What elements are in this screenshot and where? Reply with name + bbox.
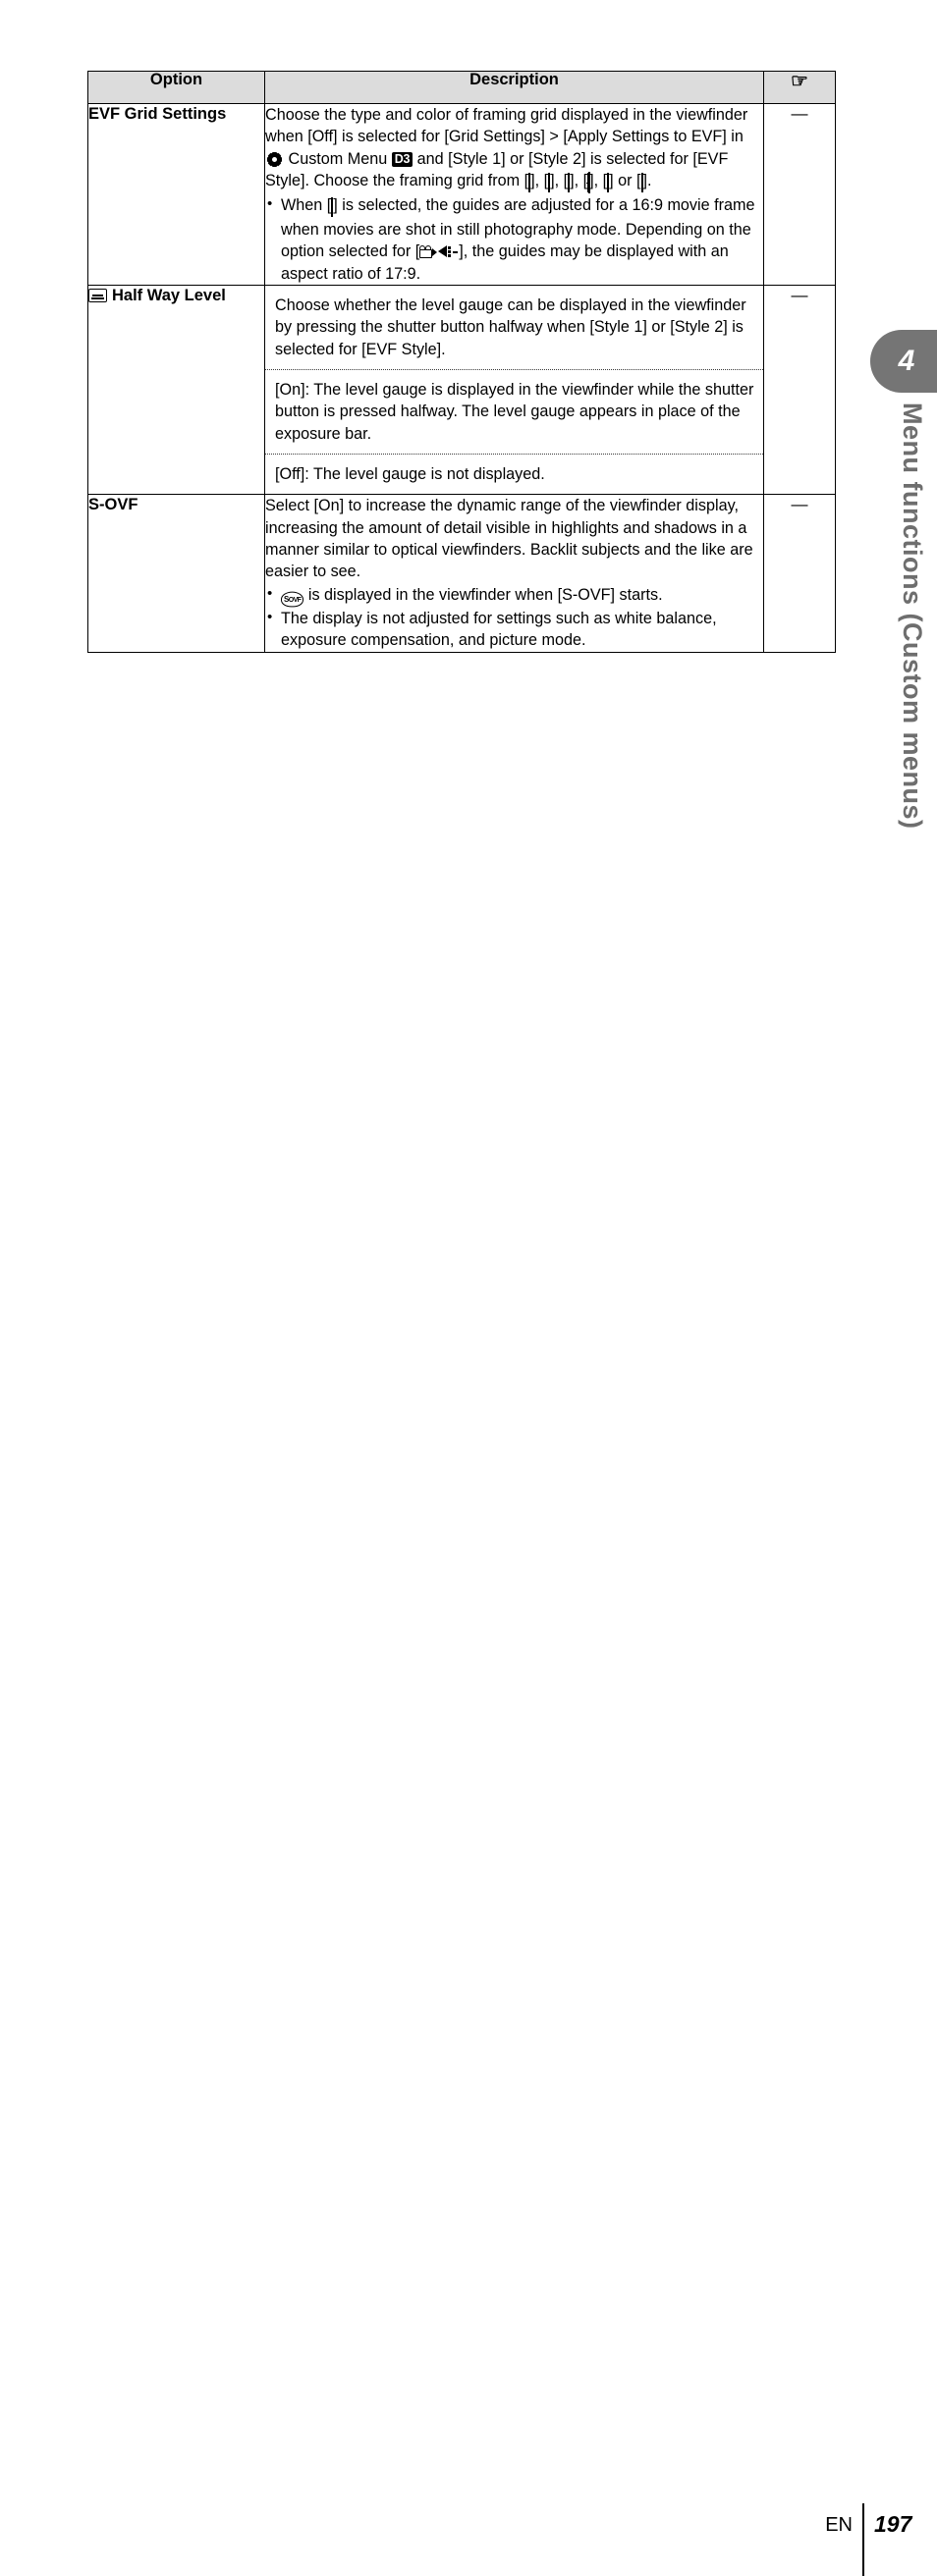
option-label-s-ovf: S-OVF xyxy=(87,494,265,653)
description-evf-grid-settings: Choose the type and color of framing gri… xyxy=(264,103,764,286)
table-body: EVF Grid Settings Choose the type and co… xyxy=(87,103,836,653)
grid-diagonal-icon xyxy=(607,173,610,193)
grid-dense-icon xyxy=(528,173,531,193)
list-item: When [] is selected, the guides are adju… xyxy=(265,194,763,284)
custom-menu-d3-badge: D3 xyxy=(391,151,413,168)
grid-3x3-icon xyxy=(548,173,551,193)
paragraph-on-option: [On]: The level gauge is displayed in th… xyxy=(275,380,754,443)
language-code: EN xyxy=(825,2514,853,2536)
spec-table: Option Description ☞ EVF Grid Settings C… xyxy=(87,71,836,653)
column-header-description: Description xyxy=(264,71,764,104)
s-ovf-badge-icon: SOVF xyxy=(281,591,304,608)
reference-s-ovf: — xyxy=(763,494,836,653)
footer-divider xyxy=(862,2503,864,2576)
grid-16x9-frame-icon xyxy=(640,173,643,193)
option-label-text: Half Way Level xyxy=(112,286,226,304)
paragraph-off-option: [Off]: The level gauge is not displayed. xyxy=(275,465,545,484)
table-header-row: Option Description ☞ xyxy=(87,71,836,104)
option-label-half-way-level: Half Way Level xyxy=(87,284,265,496)
table-row: Half Way Level Choose whether the level … xyxy=(87,284,836,496)
list-item: SOVF is displayed in the viewfinder when… xyxy=(265,584,763,608)
paragraph: Select [On] to increase the dynamic rang… xyxy=(265,497,753,581)
grid-16x9-frame-icon xyxy=(331,197,334,218)
level-gauge-icon xyxy=(88,288,107,302)
table-row: EVF Grid Settings Choose the type and co… xyxy=(87,103,836,286)
reference-half-way-level: — xyxy=(763,284,836,496)
chapter-number: 4 xyxy=(898,345,915,377)
paragraph: Choose the type and color of framing gri… xyxy=(265,104,763,194)
paragraph: Choose whether the level gauge can be di… xyxy=(275,295,746,358)
column-header-reference: ☞ xyxy=(763,71,836,104)
table-row: S-OVF Select [On] to increase the dynami… xyxy=(87,494,836,653)
column-header-option: Option xyxy=(87,71,265,104)
bullet-list: When [] is selected, the guides are adju… xyxy=(265,194,763,284)
chapter-title: Menu functions (Custom menus) xyxy=(898,402,927,830)
page-footer: EN 197 xyxy=(0,1244,937,2576)
chapter-tab: 4 xyxy=(870,330,937,393)
spec-table-container: Option Description ☞ EVF Grid Settings C… xyxy=(87,71,836,653)
table-header: Option Description ☞ xyxy=(87,71,836,104)
reference-evf-grid-settings: — xyxy=(763,103,836,286)
pointing-hand-icon: ☞ xyxy=(791,71,808,92)
bullet-list: SOVF is displayed in the viewfinder when… xyxy=(265,584,763,652)
page-number: 197 xyxy=(874,2511,912,2537)
option-label-evf-grid-settings: EVF Grid Settings xyxy=(87,103,265,286)
custom-menu-gear-icon xyxy=(267,151,282,167)
description-s-ovf: Select [On] to increase the dynamic rang… xyxy=(264,494,764,653)
grid-thirds-icon xyxy=(568,173,571,193)
list-item: The display is not adjusted for settings… xyxy=(265,608,763,652)
grid-crosshair-icon xyxy=(586,172,591,194)
movie-camera-icon xyxy=(419,245,438,259)
description-half-way-level: Choose whether the level gauge can be di… xyxy=(264,284,764,496)
movie-quality-icon xyxy=(438,245,459,258)
